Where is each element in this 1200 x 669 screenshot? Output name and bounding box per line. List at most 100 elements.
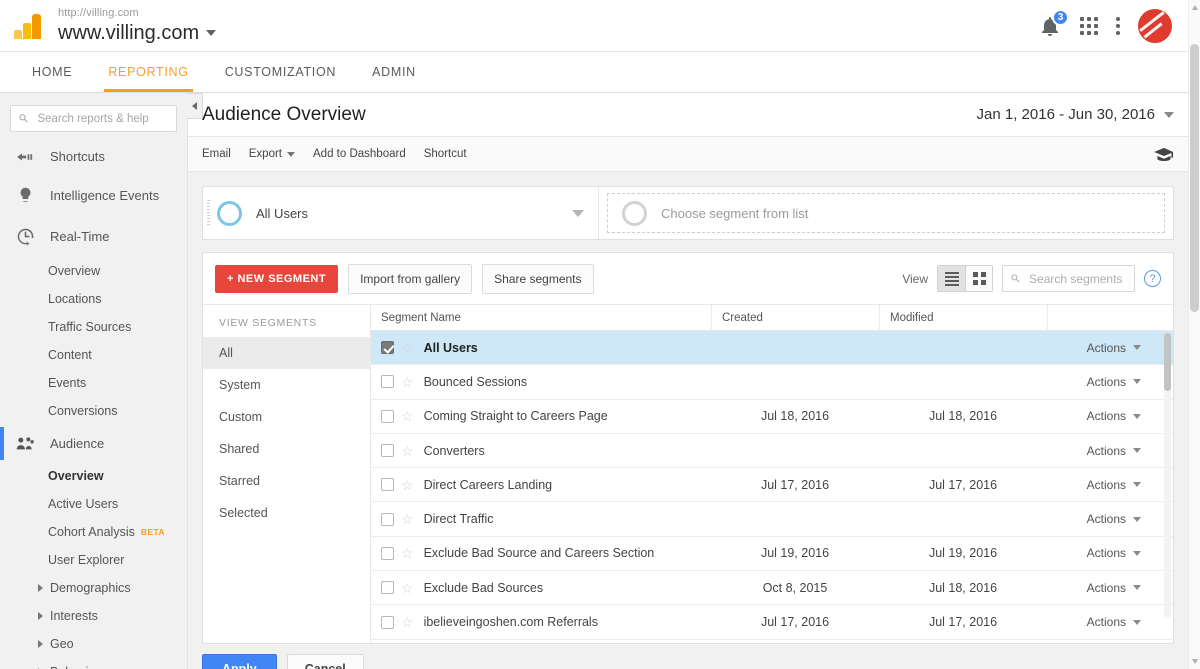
sidebar-item-interests[interactable]: Interests xyxy=(0,602,187,630)
view-segments-item-selected[interactable]: Selected xyxy=(203,497,370,529)
row-checkbox[interactable] xyxy=(381,341,394,355)
table-row[interactable]: ☆ Exclude Bad Source and Careers Section J… xyxy=(371,537,1173,572)
drag-handle[interactable] xyxy=(207,200,210,226)
sidebar-item-audience-overview[interactable]: Overview xyxy=(0,462,187,490)
table-scrollbar[interactable] xyxy=(1164,333,1171,618)
date-range-picker[interactable]: Jan 1, 2016 - Jun 30, 2016 xyxy=(977,106,1174,123)
new-segment-button[interactable]: + NEW SEGMENT xyxy=(215,264,339,293)
star-icon[interactable]: ☆ xyxy=(401,409,414,423)
apps-grid-icon[interactable] xyxy=(1080,16,1098,35)
tab-customization[interactable]: CUSTOMIZATION xyxy=(207,52,354,92)
view-segments-item-starred[interactable]: Starred xyxy=(203,465,370,497)
column-header-modified[interactable]: Modified xyxy=(879,305,1047,331)
row-checkbox[interactable] xyxy=(381,409,394,423)
view-segments-item-system[interactable]: System xyxy=(203,369,370,401)
segment-search-input[interactable] xyxy=(1027,270,1127,287)
row-actions-button[interactable]: Actions xyxy=(1087,512,1141,526)
cancel-button[interactable]: Cancel xyxy=(286,654,364,669)
search-input[interactable] xyxy=(35,111,169,126)
email-button[interactable]: Email xyxy=(202,148,231,160)
row-actions-button[interactable]: Actions xyxy=(1087,409,1141,423)
shortcut-button[interactable]: Shortcut xyxy=(424,148,467,160)
scroll-down-arrow-icon[interactable] xyxy=(1192,659,1198,664)
sidebar-item-active-users[interactable]: Active Users xyxy=(0,490,187,518)
row-checkbox[interactable] xyxy=(381,581,394,595)
scroll-up-arrow-icon[interactable] xyxy=(1192,5,1198,10)
segment-search[interactable] xyxy=(1002,265,1135,292)
help-icon[interactable]: ? xyxy=(1144,270,1161,287)
star-icon[interactable]: ☆ xyxy=(401,615,414,629)
list-view-button[interactable] xyxy=(938,266,965,291)
row-actions-button[interactable]: Actions xyxy=(1087,581,1141,595)
row-actions-button[interactable]: Actions xyxy=(1087,478,1141,492)
sidebar-item-cohort-analysis[interactable]: Cohort Analysis BETA xyxy=(0,518,187,546)
table-row[interactable]: ☆ All Users Actions xyxy=(371,331,1173,366)
star-icon[interactable]: ☆ xyxy=(401,546,414,560)
notifications-button[interactable]: 3 xyxy=(1038,8,1069,38)
tab-admin[interactable]: ADMIN xyxy=(354,52,434,92)
table-row[interactable]: ☆ Direct Careers Landing Jul 17, 2016 Jul 1… xyxy=(371,468,1173,503)
property-name-row[interactable]: www.villing.com xyxy=(58,22,217,44)
table-row[interactable]: ☆ Converters Actions xyxy=(371,434,1173,469)
row-checkbox[interactable] xyxy=(381,512,394,526)
view-segments-item-shared[interactable]: Shared xyxy=(203,433,370,465)
star-icon[interactable]: ☆ xyxy=(401,375,414,389)
view-segments-item-all[interactable]: All xyxy=(203,337,370,369)
tab-home[interactable]: HOME xyxy=(14,52,90,92)
table-row[interactable]: ☆ Direct Traffic Actions xyxy=(371,502,1173,537)
scrollbar-thumb[interactable] xyxy=(1164,333,1171,391)
sidebar-item-user-explorer[interactable]: User Explorer xyxy=(0,546,187,574)
import-from-gallery-button[interactable]: Import from gallery xyxy=(348,263,473,294)
row-checkbox[interactable] xyxy=(381,478,394,492)
share-segments-button[interactable]: Share segments xyxy=(482,263,594,294)
sidebar-item-shortcuts[interactable]: Shortcuts xyxy=(0,138,187,175)
star-icon[interactable]: ☆ xyxy=(401,478,414,492)
grid-view-button[interactable] xyxy=(965,266,992,291)
page-scrollbar-thumb[interactable] xyxy=(1190,44,1199,312)
export-button[interactable]: Export xyxy=(249,148,296,160)
property-selector[interactable]: http://villing.com www.villing.com xyxy=(58,7,217,44)
sidebar-item-demographics[interactable]: Demographics xyxy=(0,574,187,602)
sidebar-item-intelligence-events[interactable]: Intelligence Events xyxy=(0,175,187,216)
star-icon[interactable]: ☆ xyxy=(401,512,414,526)
star-icon[interactable]: ☆ xyxy=(401,341,414,355)
row-checkbox[interactable] xyxy=(381,546,394,560)
sidebar-item-behavior[interactable]: Behavior xyxy=(0,658,187,669)
row-actions-button[interactable]: Actions xyxy=(1087,375,1141,389)
table-row[interactable]: ☆ Bounced Sessions Actions xyxy=(371,365,1173,400)
selected-segment-card[interactable]: All Users xyxy=(203,187,599,239)
sidebar-item-real-time[interactable]: Real-Time xyxy=(0,216,187,257)
sidebar-item-realtime-content[interactable]: Content xyxy=(0,341,187,369)
sidebar-item-realtime-overview[interactable]: Overview xyxy=(0,257,187,285)
tab-reporting[interactable]: REPORTING xyxy=(90,52,206,92)
more-options-icon[interactable] xyxy=(1116,16,1120,35)
apply-button[interactable]: Apply xyxy=(202,654,277,669)
sidebar-item-realtime-conversions[interactable]: Conversions xyxy=(0,397,187,425)
table-row[interactable]: ☆ ibelieveingoshen.com Referrals Jul 17, 2… xyxy=(371,605,1173,640)
add-to-dashboard-button[interactable]: Add to Dashboard xyxy=(313,148,406,160)
row-actions-button[interactable]: Actions xyxy=(1087,341,1141,355)
choose-segment-placeholder[interactable]: Choose segment from list xyxy=(607,193,1165,233)
table-row[interactable]: ☆ Exclude Bad Sources Oct 8, 2015 Jul 18, 2… xyxy=(371,571,1173,606)
sidebar-item-realtime-locations[interactable]: Locations xyxy=(0,285,187,313)
star-icon[interactable]: ☆ xyxy=(401,444,414,458)
view-segments-item-custom[interactable]: Custom xyxy=(203,401,370,433)
row-checkbox[interactable] xyxy=(381,444,394,458)
row-checkbox[interactable] xyxy=(381,375,394,389)
row-actions-button[interactable]: Actions xyxy=(1087,546,1141,560)
row-actions-button[interactable]: Actions xyxy=(1087,615,1141,629)
chevron-down-icon[interactable] xyxy=(572,209,584,217)
page-scrollbar[interactable] xyxy=(1188,0,1200,669)
column-header-created[interactable]: Created xyxy=(711,305,879,331)
sidebar-search[interactable] xyxy=(10,105,177,132)
column-header-segment-name[interactable]: Segment Name xyxy=(371,305,711,331)
sidebar-collapse-button[interactable] xyxy=(186,93,203,119)
sidebar-item-realtime-traffic-sources[interactable]: Traffic Sources xyxy=(0,313,187,341)
table-row[interactable]: ☆ Coming Straight to Careers Page Jul 18, … xyxy=(371,400,1173,434)
graduation-cap-icon[interactable] xyxy=(1154,147,1174,161)
row-checkbox[interactable] xyxy=(381,615,394,629)
sidebar-item-audience[interactable]: Audience xyxy=(0,425,187,462)
sidebar-item-geo[interactable]: Geo xyxy=(0,630,187,658)
sidebar-item-realtime-events[interactable]: Events xyxy=(0,369,187,397)
row-actions-button[interactable]: Actions xyxy=(1087,444,1141,458)
